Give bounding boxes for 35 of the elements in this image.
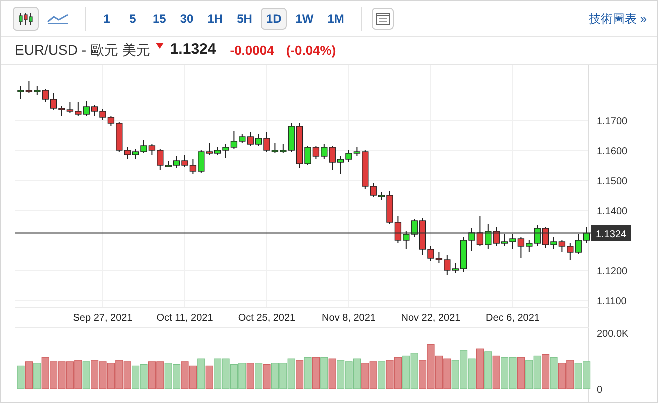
volume-axis-label: 0	[597, 385, 603, 396]
price-axis-label: 1.1400	[597, 206, 628, 218]
layout-button[interactable]	[372, 8, 394, 30]
price-axis-label: 1.1500	[597, 176, 628, 188]
price-axis-label: 1.1100	[597, 296, 627, 308]
candlestick-icon	[18, 12, 34, 26]
interval-button[interactable]: 1W	[290, 8, 319, 30]
date-axis-label: Oct 11, 2021	[156, 313, 214, 324]
interval-button[interactable]: 1D	[261, 8, 287, 30]
date-axis-label: Nov 8, 2021	[322, 313, 376, 324]
interval-button[interactable]: 1H	[202, 8, 228, 30]
date-axis-label: Sep 27, 2021	[73, 313, 133, 324]
interval-button[interactable]: 15	[148, 8, 172, 30]
price-axis-label: 1.1600	[597, 146, 628, 158]
interval-button[interactable]: 5	[122, 8, 144, 30]
window-icon	[376, 12, 390, 24]
current-price-line: 1.1324	[14, 225, 631, 242]
interval-button[interactable]: 30	[175, 8, 199, 30]
symbol-name: EUR/USD - 歐元 美元	[15, 41, 150, 60]
interval-button[interactable]: 1	[96, 8, 118, 30]
technical-chart-link[interactable]: 技術圖表 »	[588, 10, 647, 28]
price: 1.1324	[170, 40, 216, 60]
chart-type-button[interactable]	[13, 6, 39, 30]
price-change: -0.0004	[230, 42, 274, 60]
price-axis-label: 1.1700	[597, 116, 628, 128]
date-axis-label: Oct 25, 2021	[238, 313, 296, 324]
date-axis-label: Dec 6, 2021	[486, 313, 540, 324]
price-axis-label: 1.1200	[597, 266, 628, 278]
volume-axis-label: 200.0K	[597, 329, 629, 340]
percent-change: (-0.04%)	[286, 42, 336, 60]
interval-button[interactable]: 1M	[322, 8, 350, 30]
date-axis-label: Nov 22, 2021	[401, 313, 461, 324]
interval-button[interactable]: 5H	[232, 8, 258, 30]
line-chart-icon	[47, 12, 69, 24]
ref-line-label: 1.1324	[596, 229, 628, 240]
